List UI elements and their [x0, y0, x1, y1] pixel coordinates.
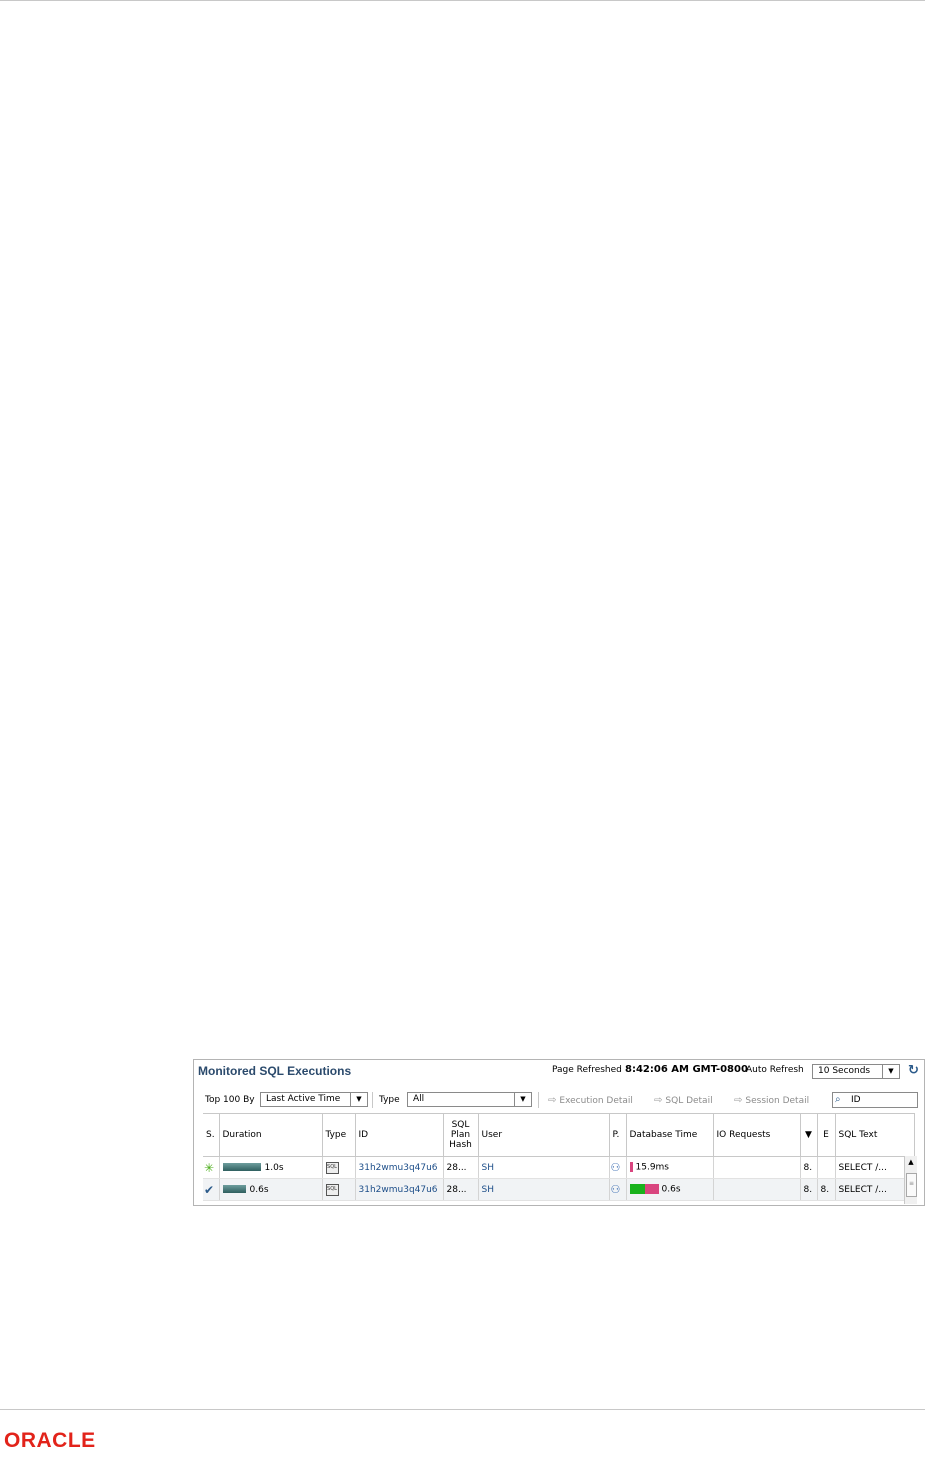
col-type-header[interactable]: Type: [322, 1113, 356, 1157]
toolbar-divider: [538, 1092, 539, 1108]
sql-icon: SQL: [325, 1162, 339, 1174]
sql-id-link[interactable]: 31h2wmu3q47u6: [359, 1185, 438, 1195]
sql-text-value: SELECT /...: [838, 1184, 887, 1195]
toolbar-divider: [372, 1092, 373, 1108]
executions-table: S. Duration Type ID SQL Plan Hash User P…: [203, 1113, 915, 1201]
sql-detail-label: SQL Detail: [665, 1096, 713, 1106]
col-db-time-header[interactable]: Database Time: [626, 1113, 714, 1157]
type-value: All: [413, 1094, 425, 1104]
db-time-bar: [629, 1162, 633, 1173]
search-input[interactable]: ⌕ ID: [832, 1092, 918, 1108]
db-time-value: 0.6s: [661, 1184, 681, 1195]
footer-rule: [0, 1409, 925, 1410]
top-rule: [0, 0, 925, 1]
type-select[interactable]: All ▼: [407, 1092, 532, 1107]
sql-icon: SQL: [325, 1184, 339, 1196]
col-plan-hash-header[interactable]: SQL Plan Hash: [443, 1113, 479, 1157]
col-sort-header[interactable]: ▼: [800, 1113, 818, 1157]
session-detail-icon: ⇨: [734, 1095, 743, 1106]
duration-value: 0.6s: [249, 1184, 269, 1195]
page-refreshed-label: Page Refreshed: [552, 1065, 622, 1075]
parallel-icon: ⚇: [610, 1183, 621, 1196]
auto-refresh-label: Auto Refresh: [746, 1065, 804, 1075]
top-100-label: Top 100 By: [205, 1095, 255, 1105]
db-time-value: 15.9ms: [635, 1162, 670, 1173]
db-time-io-bar: [644, 1184, 659, 1195]
table-row[interactable]: ✳ 1.0s SQL 31h2wmu3q47u6 28... SH ⚇ 15.9…: [203, 1156, 915, 1179]
auto-refresh-value: 10 Seconds: [818, 1066, 871, 1076]
col-sql-text-header[interactable]: SQL Text: [835, 1113, 915, 1157]
session-detail-button[interactable]: ⇨ Session Detail: [734, 1095, 809, 1106]
parallel-icon: ⚇: [610, 1161, 621, 1174]
table-scrollbar[interactable]: ▲ ≡: [904, 1156, 917, 1204]
auto-refresh-select[interactable]: 10 Seconds ▼: [812, 1064, 900, 1079]
col-parallel-header[interactable]: P.: [609, 1113, 627, 1157]
execution-detail-button[interactable]: ⇨ Execution Detail: [548, 1095, 633, 1106]
done-check-icon: ✔: [204, 1182, 215, 1197]
sql-text-value: SELECT /...: [838, 1162, 887, 1173]
table-header-row: S. Duration Type ID SQL Plan Hash User P…: [203, 1113, 915, 1157]
sql-detail-icon: ⇨: [654, 1095, 663, 1106]
session-detail-label: Session Detail: [745, 1096, 810, 1106]
type-label: Type: [379, 1095, 400, 1105]
sort-col-value: 8.: [803, 1184, 813, 1195]
oracle-logo: ORACLE: [4, 1429, 96, 1452]
db-time-cpu-bar: [629, 1184, 645, 1195]
sql-detail-button[interactable]: ⇨ SQL Detail: [654, 1095, 713, 1106]
scroll-thumb[interactable]: ≡: [906, 1173, 917, 1197]
chevron-down-icon[interactable]: ▼: [514, 1093, 531, 1106]
plan-hash-value: 28...: [446, 1162, 467, 1173]
col-id-header[interactable]: ID: [355, 1113, 444, 1157]
search-icon[interactable]: ⌕: [835, 1093, 841, 1107]
search-value: ID: [851, 1095, 861, 1105]
monitored-sql-panel: Monitored SQL Executions Page Refreshed …: [193, 1059, 925, 1206]
execution-detail-label: Execution Detail: [559, 1096, 633, 1106]
duration-bar: [222, 1163, 261, 1171]
user-link[interactable]: SH: [482, 1163, 494, 1173]
sort-col-value: 8.: [803, 1162, 813, 1173]
user-link[interactable]: SH: [482, 1185, 494, 1195]
duration-value: 1.0s: [264, 1162, 284, 1173]
chevron-down-icon[interactable]: ▼: [882, 1065, 899, 1078]
plan-hash-value: 28...: [446, 1184, 467, 1195]
col-user-header[interactable]: User: [478, 1113, 610, 1157]
chevron-down-icon[interactable]: ▼: [350, 1093, 367, 1106]
panel-title: Monitored SQL Executions: [198, 1064, 352, 1078]
e-col-value: 8.: [820, 1184, 830, 1195]
col-io-requests-header[interactable]: IO Requests: [713, 1113, 801, 1157]
scroll-up-icon[interactable]: ▲: [905, 1158, 917, 1168]
page-refreshed-time: 8:42:06 AM GMT-0800: [625, 1064, 748, 1075]
col-duration-header[interactable]: Duration: [219, 1113, 323, 1157]
running-spinner-icon: ✳: [204, 1160, 215, 1175]
col-status-header[interactable]: S.: [203, 1113, 220, 1157]
col-e-header[interactable]: E: [817, 1113, 836, 1157]
duration-bar: [222, 1185, 246, 1193]
refresh-icon[interactable]: ↻: [908, 1064, 922, 1078]
sql-id-link[interactable]: 31h2wmu3q47u6: [359, 1163, 438, 1173]
top-by-value: Last Active Time: [266, 1094, 341, 1104]
top-by-select[interactable]: Last Active Time ▼: [260, 1092, 368, 1107]
execution-detail-icon: ⇨: [548, 1095, 557, 1106]
table-row[interactable]: ✔ 0.6s SQL 31h2wmu3q47u6 28... SH ⚇ 0.6s…: [203, 1178, 915, 1201]
